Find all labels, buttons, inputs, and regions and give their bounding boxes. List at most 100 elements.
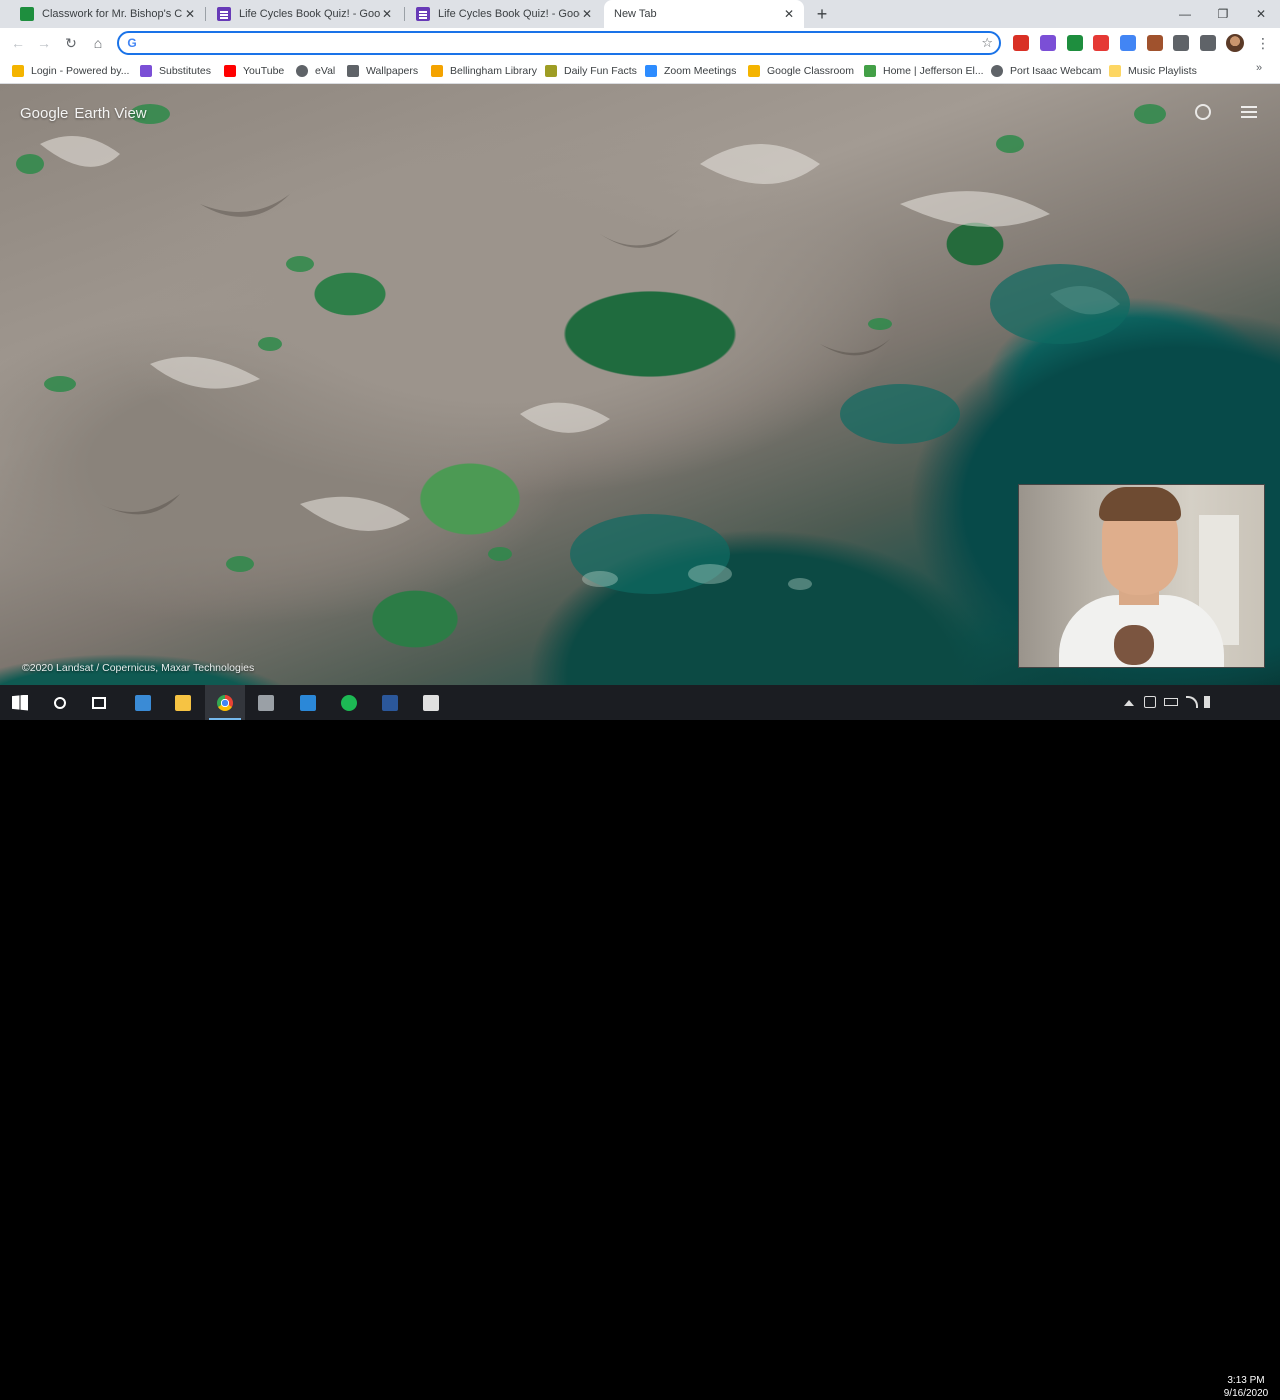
forms-icon — [416, 7, 430, 21]
bookmark-item[interactable]: Substitutes — [140, 63, 211, 79]
bookmark-label: Home | Jefferson El... — [883, 65, 984, 77]
app-gear-icon-glyph — [258, 694, 274, 711]
tray-chevron-up-icon[interactable] — [1124, 700, 1134, 706]
funfacts-icon — [545, 65, 557, 77]
windows-start-icon[interactable] — [0, 685, 40, 720]
person-hair — [1099, 487, 1181, 521]
hamburger-menu-icon[interactable] — [1241, 106, 1257, 118]
tab-new-tab[interactable]: New Tab ✕ — [604, 0, 804, 28]
media-extension-icon[interactable] — [1200, 35, 1216, 51]
tab-quiz-1[interactable]: Life Cycles Book Quiz! - Google F ✕ — [207, 0, 402, 28]
google-icon: G — [127, 36, 137, 50]
windows-start-icon-glyph — [12, 694, 28, 711]
close-icon[interactable]: ✕ — [782, 7, 796, 21]
chrome-icon[interactable] — [205, 685, 245, 720]
bookmark-item[interactable]: eVal — [296, 63, 335, 79]
minimize-button[interactable]: — — [1166, 0, 1204, 28]
app-blue-icon[interactable] — [123, 685, 163, 720]
photos-icon[interactable] — [411, 685, 451, 720]
purple-extension-icon[interactable] — [1040, 35, 1056, 51]
close-icon[interactable]: ✕ — [183, 7, 197, 21]
webcam-overlay — [1018, 484, 1265, 668]
chrome-icon-glyph — [217, 694, 233, 711]
battery-icon[interactable] — [1164, 698, 1178, 706]
app-gear-icon[interactable] — [246, 685, 286, 720]
close-icon[interactable]: ✕ — [580, 7, 594, 21]
clock-date: 9/16/2020 — [1223, 1388, 1269, 1399]
wallpapers-icon — [347, 65, 359, 77]
image-attribution: ©2020 Landsat / Copernicus, Maxar Techno… — [22, 662, 255, 674]
tab-title: Life Cycles Book Quiz! - Google F — [438, 8, 580, 20]
tab-title: Life Cycles Book Quiz! - Google F — [239, 8, 380, 20]
file-explorer-icon[interactable] — [163, 685, 203, 720]
tray-app-icon[interactable] — [1144, 696, 1156, 708]
school-icon — [864, 65, 876, 77]
word-icon-glyph — [382, 694, 398, 711]
windows-taskbar: 3:13 PM 9/16/2020 — [0, 685, 1280, 1399]
bookmark-item[interactable]: Zoom Meetings — [645, 63, 736, 79]
new-tab-button[interactable]: + — [813, 5, 831, 23]
bookmark-item[interactable]: Login - Powered by... — [12, 63, 129, 79]
bookmark-item[interactable]: Daily Fun Facts — [545, 63, 637, 79]
bookmark-label: Zoom Meetings — [664, 65, 737, 77]
tab-separator — [205, 7, 206, 21]
clever-icon — [12, 65, 24, 77]
bookmark-item[interactable]: Music Playlists — [1109, 63, 1197, 79]
close-icon[interactable]: ✕ — [380, 7, 394, 21]
substitutes-icon — [140, 65, 152, 77]
translate-extension-icon[interactable] — [1120, 35, 1136, 51]
folder-icon — [1109, 65, 1121, 77]
spotify-icon-glyph — [341, 694, 357, 711]
back-button[interactable]: ← — [7, 32, 29, 54]
tab-strip: Classwork for Mr. Bishop's Class ✕ Life … — [0, 0, 1280, 28]
app-blue-icon-glyph — [135, 694, 151, 711]
reload-button[interactable]: ↻ — [60, 32, 82, 54]
earth-view-logo[interactable]: Google Earth View — [20, 105, 147, 122]
app-store-icon[interactable] — [288, 685, 328, 720]
spotify-icon[interactable] — [329, 685, 369, 720]
tab-classwork[interactable]: Classwork for Mr. Bishop's Class ✕ — [10, 0, 205, 28]
library-icon — [431, 65, 443, 77]
address-input[interactable] — [145, 35, 965, 51]
volume-icon[interactable] — [1204, 696, 1210, 708]
history-icon[interactable] — [1195, 104, 1211, 120]
gmail-extension-icon[interactable] — [1013, 35, 1029, 51]
tab-title: Classwork for Mr. Bishop's Class — [42, 8, 183, 20]
search-icon[interactable] — [40, 685, 80, 720]
classroom-icon — [20, 7, 34, 21]
zoom-icon — [645, 65, 657, 77]
bookmark-item[interactable]: Bellingham Library — [431, 63, 537, 79]
red-extension-icon[interactable] — [1093, 35, 1109, 51]
green-extension-icon[interactable] — [1067, 35, 1083, 51]
bookmark-item[interactable]: Port Isaac Webcam — [991, 63, 1101, 79]
home-button[interactable]: ⌂ — [87, 32, 109, 54]
task-view-icon[interactable] — [79, 685, 119, 720]
puzzle-extension-icon[interactable] — [1173, 35, 1189, 51]
bookmark-label: Wallpapers — [366, 65, 419, 77]
system-clock[interactable]: 3:13 PM 9/16/2020 — [1218, 1374, 1274, 1400]
restore-button[interactable]: ❐ — [1204, 0, 1242, 28]
profile-avatar[interactable] — [1226, 34, 1244, 52]
bookmark-item[interactable]: Wallpapers — [347, 63, 418, 79]
tab-quiz-2[interactable]: Life Cycles Book Quiz! - Google F ✕ — [406, 0, 602, 28]
bookmark-label: Login - Powered by... — [31, 65, 130, 77]
bookmark-item[interactable]: Google Classroom — [748, 63, 854, 79]
bookmark-label: YouTube — [243, 65, 285, 77]
window-close-button[interactable]: ✕ — [1242, 0, 1280, 28]
youtube-icon — [224, 65, 236, 77]
address-bar[interactable]: G ☆ — [117, 31, 1001, 55]
bookmark-label: eVal — [315, 65, 336, 77]
app-store-icon-glyph — [300, 694, 316, 711]
bookmark-star-icon[interactable]: ☆ — [981, 35, 993, 51]
brown-extension-icon[interactable] — [1147, 35, 1163, 51]
tab-separator — [404, 7, 405, 21]
bookmarks-more-button[interactable]: » — [1256, 62, 1262, 74]
classroom-icon — [748, 65, 760, 77]
bookmark-item[interactable]: YouTube — [224, 63, 284, 79]
word-icon[interactable] — [370, 685, 410, 720]
tab-title: New Tab — [614, 8, 657, 20]
bookmark-item[interactable]: Home | Jefferson El... — [864, 63, 984, 79]
forward-button[interactable]: → — [33, 32, 55, 54]
task-view-icon-glyph — [92, 696, 106, 709]
chrome-menu-button[interactable]: ⋮ — [1256, 34, 1270, 52]
